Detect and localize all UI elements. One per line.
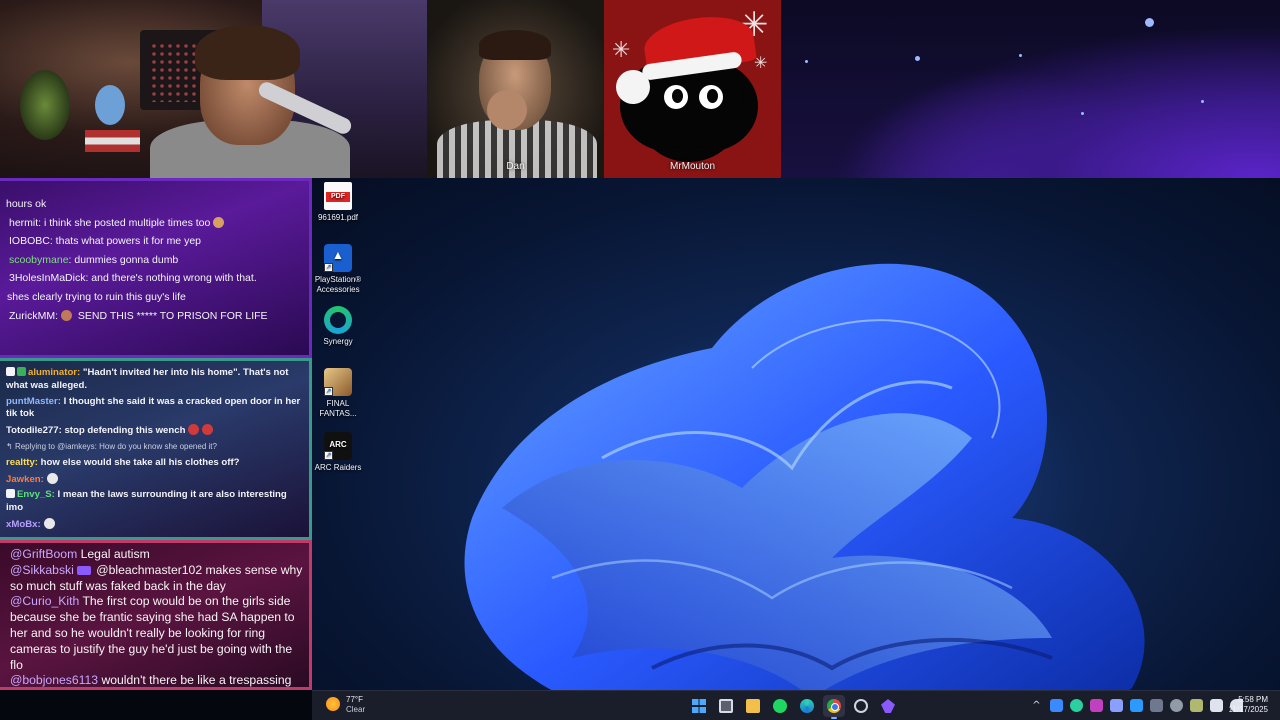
reply-context: ↰ Replying to @iamkeys: How do you know … bbox=[6, 441, 217, 451]
emote-icon bbox=[202, 424, 214, 436]
task-view-icon bbox=[719, 699, 733, 713]
desktop-icon-arc-raiders[interactable]: ↗ ARC Raiders bbox=[312, 432, 368, 473]
tray-app-icon[interactable] bbox=[1070, 699, 1083, 712]
emote-icon bbox=[43, 517, 55, 529]
desktop-icon-label: 961691.pdf bbox=[317, 213, 359, 222]
taskbar-clock[interactable]: 5:58 PM 11/17/2025 bbox=[1229, 695, 1268, 715]
steam-icon bbox=[854, 699, 868, 713]
chrome-icon bbox=[827, 699, 841, 713]
spotify-icon bbox=[773, 699, 787, 713]
desktop-icon-label: Synergy bbox=[323, 337, 353, 346]
synergy-icon bbox=[324, 306, 352, 334]
chat-message: Jawken: bbox=[6, 472, 303, 487]
desktop-icon-label: PlayStation® Accessories bbox=[314, 275, 362, 294]
pdf-file-icon bbox=[324, 182, 352, 210]
chat-panel-pink: @GriftBoom Legal autism @Sikkabski @blea… bbox=[0, 540, 312, 690]
tray-app-icon[interactable] bbox=[1170, 699, 1183, 712]
guest-name-label: MrMouton bbox=[669, 161, 715, 172]
emote-icon bbox=[188, 424, 200, 436]
weather-temperature: 77°F bbox=[346, 695, 363, 704]
taskbar: 77°F Clear ^ 5:58 PM 11/17/2025 bbox=[312, 690, 1280, 720]
chat-message: @Sikkabski @bleachmaster102 makes sense … bbox=[10, 562, 303, 593]
network-icon[interactable] bbox=[1210, 699, 1223, 712]
chat-message: 3HolesInMaDick: and there's nothing wron… bbox=[9, 272, 257, 285]
wallpaper-bloom bbox=[464, 263, 1145, 690]
system-tray: ^ bbox=[1030, 699, 1243, 712]
guest-webcam-dan: Dan bbox=[427, 0, 604, 178]
file-explorer-icon bbox=[746, 699, 760, 713]
emote-icon bbox=[46, 472, 58, 484]
desktop-icon-pdf[interactable]: 961691.pdf bbox=[312, 182, 368, 223]
chat-message: shes clearly trying to ruin this guy's l… bbox=[7, 290, 186, 303]
desktop-icon-final-fantasy[interactable]: ↗ FINAL FANTAS... bbox=[312, 368, 368, 419]
start-button[interactable] bbox=[688, 695, 710, 717]
tray-app-icon[interactable] bbox=[1190, 699, 1203, 712]
plant-decoration bbox=[20, 70, 70, 140]
tray-app-icon[interactable] bbox=[1110, 699, 1123, 712]
steam-button[interactable] bbox=[850, 695, 872, 717]
chevron-up-icon[interactable]: ^ bbox=[1030, 699, 1043, 712]
desktop-icon-synergy[interactable]: Synergy bbox=[312, 306, 368, 347]
windows-desktop: 961691.pdf ↗ PlayStation® Accessories Sy… bbox=[312, 178, 1280, 690]
figurine-decoration bbox=[95, 85, 125, 125]
chat-message: realtty: how else would she take all his… bbox=[6, 456, 240, 468]
chat-message: hermit: i think she posted multiple time… bbox=[6, 214, 303, 233]
chat-message: @bobjones6113 wouldn't there be like a t… bbox=[10, 673, 292, 688]
stream-layout: Dan ✳ ✳ ✳ ✳ ✳ MrMouton hours ok hermit: … bbox=[0, 0, 1280, 720]
edge-icon bbox=[800, 699, 814, 713]
purple-app-icon bbox=[881, 699, 895, 713]
chat-message: hours ok bbox=[6, 198, 47, 210]
desktop-icon-label: ARC Raiders bbox=[314, 463, 362, 472]
clock-time: 5:58 PM bbox=[1238, 695, 1268, 704]
guest-avatar-mrmouton: ✳ ✳ ✳ ✳ ✳ MrMouton bbox=[604, 0, 781, 178]
tray-app-icon[interactable] bbox=[1150, 699, 1163, 712]
sun-icon bbox=[326, 697, 340, 711]
purple-app-button[interactable] bbox=[877, 695, 899, 717]
chat-message: scoobymane: dummies gonna dumb bbox=[9, 253, 179, 266]
file-explorer-button[interactable] bbox=[742, 695, 764, 717]
guest-name-label: Dan bbox=[506, 161, 525, 172]
chat-message: @GriftBoom Legal autism bbox=[10, 547, 150, 561]
chat-panel-purple: hours ok hermit: i think she posted mult… bbox=[0, 178, 312, 358]
start-icon bbox=[692, 699, 706, 713]
clock-date: 11/17/2025 bbox=[1228, 705, 1268, 714]
moderator-badge-icon bbox=[6, 367, 15, 376]
task-view-button[interactable] bbox=[715, 695, 737, 717]
taskbar-apps bbox=[688, 695, 899, 719]
chat-message: Envy_S: I mean the laws surrounding it a… bbox=[6, 489, 287, 514]
camera-strip: Dan ✳ ✳ ✳ ✳ ✳ MrMouton bbox=[0, 0, 1280, 178]
desktop-icon-label: FINAL FANTAS... bbox=[319, 399, 357, 418]
edge-button[interactable] bbox=[796, 695, 818, 717]
final-fantasy-icon: ↗ bbox=[324, 368, 352, 396]
chat-panel-teal: aluminator: "Hadn't invited her into his… bbox=[0, 358, 312, 540]
chat-message: Totodile277: stop defending this wench bbox=[6, 424, 303, 438]
snowflake-icon: ✳ bbox=[612, 38, 631, 63]
tray-app-icon[interactable] bbox=[1130, 699, 1143, 712]
streamer-webcam bbox=[0, 0, 427, 178]
chat-message: aluminator: "Hadn't invited her into his… bbox=[6, 367, 289, 391]
spotify-button[interactable] bbox=[769, 695, 791, 717]
chat-message: @Curio_Kith The first cop would be on th… bbox=[10, 594, 295, 672]
chat-message: ZurickMM: SEND THIS ***** TO PRISON FOR … bbox=[9, 309, 268, 322]
chat-message: IOBOBC: thats what powers it for me yep bbox=[9, 235, 201, 248]
tray-app-icon[interactable] bbox=[1090, 699, 1103, 712]
tray-app-icon[interactable] bbox=[1050, 699, 1063, 712]
space-overlay-art bbox=[781, 0, 1280, 178]
weather-description: Clear bbox=[346, 705, 366, 714]
desktop-icon-playstation[interactable]: ↗ PlayStation® Accessories bbox=[312, 244, 368, 295]
emote-icon bbox=[213, 216, 225, 228]
playstation-icon: ↗ bbox=[324, 244, 352, 272]
chat-message: puntMaster: I thought she said it was a … bbox=[6, 395, 301, 420]
chrome-button[interactable] bbox=[823, 695, 845, 719]
subscriber-badge-icon bbox=[76, 565, 91, 575]
subscriber-badge-icon bbox=[17, 367, 26, 376]
chat-message: xMoBx: bbox=[6, 517, 303, 532]
arc-raiders-icon: ↗ bbox=[324, 432, 352, 460]
emote-icon bbox=[61, 309, 72, 321]
moderator-badge-icon bbox=[6, 489, 15, 499]
